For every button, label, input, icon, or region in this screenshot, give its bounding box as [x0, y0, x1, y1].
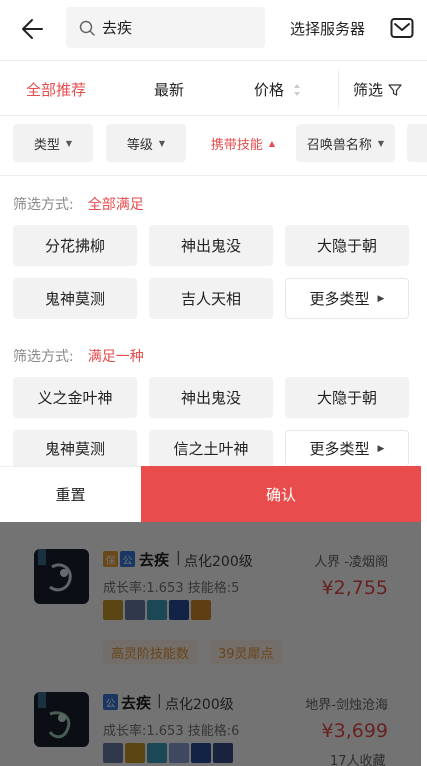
chip-pet-name[interactable]: 召唤兽名称 ▼ — [296, 124, 395, 162]
skill-option[interactable]: 神出鬼没 — [149, 225, 273, 266]
skill-icon — [191, 600, 211, 620]
listing-price: ¥3,699 — [321, 720, 388, 742]
listing-panel: 保 公 去疾 | 点化200级 人界 -凌烟阁 成长率:1.653 技能格:5 … — [0, 522, 421, 766]
chip-carried-skills[interactable]: 携带技能 ▲ — [198, 124, 288, 162]
skill-option[interactable]: 神出鬼没 — [149, 377, 273, 418]
skill-icon — [169, 600, 189, 620]
listing-server: 人界 -凌烟阁 — [314, 555, 388, 570]
sort-bar: 全部推荐 最新 价格 筛选 — [0, 60, 427, 116]
more-types-label: 更多类型 — [309, 440, 370, 458]
skill-icon — [213, 743, 233, 763]
filter-mode-text: 筛选方式: — [13, 197, 74, 213]
skill-option[interactable]: 信之土叶神 — [149, 430, 273, 466]
pet-thumbnail[interactable] — [34, 692, 89, 747]
skill-icon — [169, 743, 189, 763]
chip-type[interactable]: 类型 ▼ — [13, 124, 93, 162]
chip-type-label: 类型 — [33, 137, 60, 153]
skill-option[interactable]: 大隐于朝 — [285, 225, 409, 266]
listing-tag: 高灵阶技能数 — [103, 640, 198, 664]
skill-icon — [147, 743, 167, 763]
skill-option[interactable]: 分花拂柳 — [13, 225, 137, 266]
skill-icons — [103, 600, 211, 620]
tab-all-recommend[interactable]: 全部推荐 — [26, 79, 86, 100]
badge-public: 公 — [120, 551, 135, 567]
filter-mode-label-2: 筛选方式: 满足一种 — [13, 346, 144, 366]
filter-mode-text: 筛选方式: — [13, 349, 74, 365]
dropdown-triangle-icon: ▼ — [65, 138, 73, 148]
skill-icon — [125, 743, 145, 763]
name-separator: | — [157, 693, 162, 709]
filter-mode-value[interactable]: 满足一种 — [88, 349, 144, 365]
skill-option[interactable]: 大隐于朝 — [285, 377, 409, 418]
filter-button[interactable]: 筛选 — [353, 79, 402, 100]
badge-guarantee: 保 — [103, 551, 118, 567]
skill-option[interactable]: 鬼神莫测 — [13, 430, 137, 466]
badge-public: 公 — [103, 694, 118, 710]
skill-option[interactable]: 义之金叶神 — [13, 377, 137, 418]
skill-icon — [125, 600, 145, 620]
sortbar-divider — [338, 69, 339, 109]
chip-more[interactable] — [407, 124, 427, 162]
reset-button[interactable]: 重置 — [0, 466, 141, 522]
listing-tag: 39灵犀点 — [210, 640, 282, 664]
chip-level-label: 等级 — [126, 137, 153, 153]
more-types-label: 更多类型 — [309, 290, 370, 308]
listing-level: 点化200级 — [184, 554, 253, 570]
listing-growth: 成长率:1.653 技能格:5 — [103, 581, 240, 596]
tab-price[interactable]: 价格 — [254, 79, 302, 100]
pet-image-icon — [38, 692, 71, 739]
listing-name[interactable]: 去疾 — [139, 549, 169, 570]
listing-growth: 成长率:1.653 技能格:6 — [103, 724, 240, 739]
mail-icon[interactable] — [390, 17, 414, 39]
search-input[interactable]: 去疾 — [66, 7, 265, 48]
tab-latest[interactable]: 最新 — [154, 79, 184, 100]
header: 去疾 选择服务器 — [0, 0, 427, 58]
filter-mode-value[interactable]: 全部满足 — [88, 197, 144, 213]
dropup-triangle-icon: ▲ — [268, 138, 276, 148]
more-types-button[interactable]: 更多类型 ▶ — [285, 278, 409, 319]
filter-label: 筛选 — [353, 81, 384, 99]
dropdown-triangle-icon: ▼ — [377, 138, 385, 148]
skill-icons — [103, 743, 233, 763]
confirm-button[interactable]: 确认 — [141, 466, 421, 522]
chip-carried-skills-label: 携带技能 — [210, 137, 263, 153]
pet-image-icon — [38, 549, 72, 592]
chip-level[interactable]: 等级 ▼ — [106, 124, 186, 162]
pet-thumbnail[interactable] — [34, 549, 89, 604]
listing-price: ¥2,755 — [321, 577, 388, 599]
favorite-count: 17人收藏 — [330, 754, 386, 766]
select-server-button[interactable]: 选择服务器 — [290, 18, 365, 39]
chevron-right-icon: ▶ — [377, 443, 385, 454]
listing-server: 地界-剑烛沧海 — [305, 698, 388, 713]
skill-icon — [103, 600, 123, 620]
search-icon — [79, 20, 95, 36]
skill-option[interactable]: 鬼神莫测 — [13, 278, 137, 319]
dropdown-triangle-icon: ▼ — [158, 138, 166, 148]
chip-pet-name-label: 召唤兽名称 — [306, 137, 372, 153]
chevron-right-icon: ▶ — [377, 293, 385, 304]
back-arrow-icon[interactable] — [20, 16, 46, 42]
skill-icon — [103, 743, 123, 763]
funnel-icon — [388, 83, 402, 96]
name-separator: | — [176, 550, 181, 566]
skill-icon — [191, 743, 211, 763]
skill-option[interactable]: 吉人天相 — [149, 278, 273, 319]
filter-chips: 类型 ▼ 等级 ▼ 携带技能 ▲ 召唤兽名称 ▼ — [0, 118, 427, 176]
tab-price-label: 价格 — [254, 81, 285, 99]
search-text: 去疾 — [102, 19, 133, 37]
filter-mode-label-1: 筛选方式: 全部满足 — [13, 194, 144, 214]
more-types-button[interactable]: 更多类型 ▶ — [285, 430, 409, 466]
sort-arrows-icon — [294, 83, 301, 96]
skill-icon — [147, 600, 167, 620]
listing-level: 点化200级 — [165, 697, 234, 713]
listing-name[interactable]: 去疾 — [121, 692, 151, 713]
